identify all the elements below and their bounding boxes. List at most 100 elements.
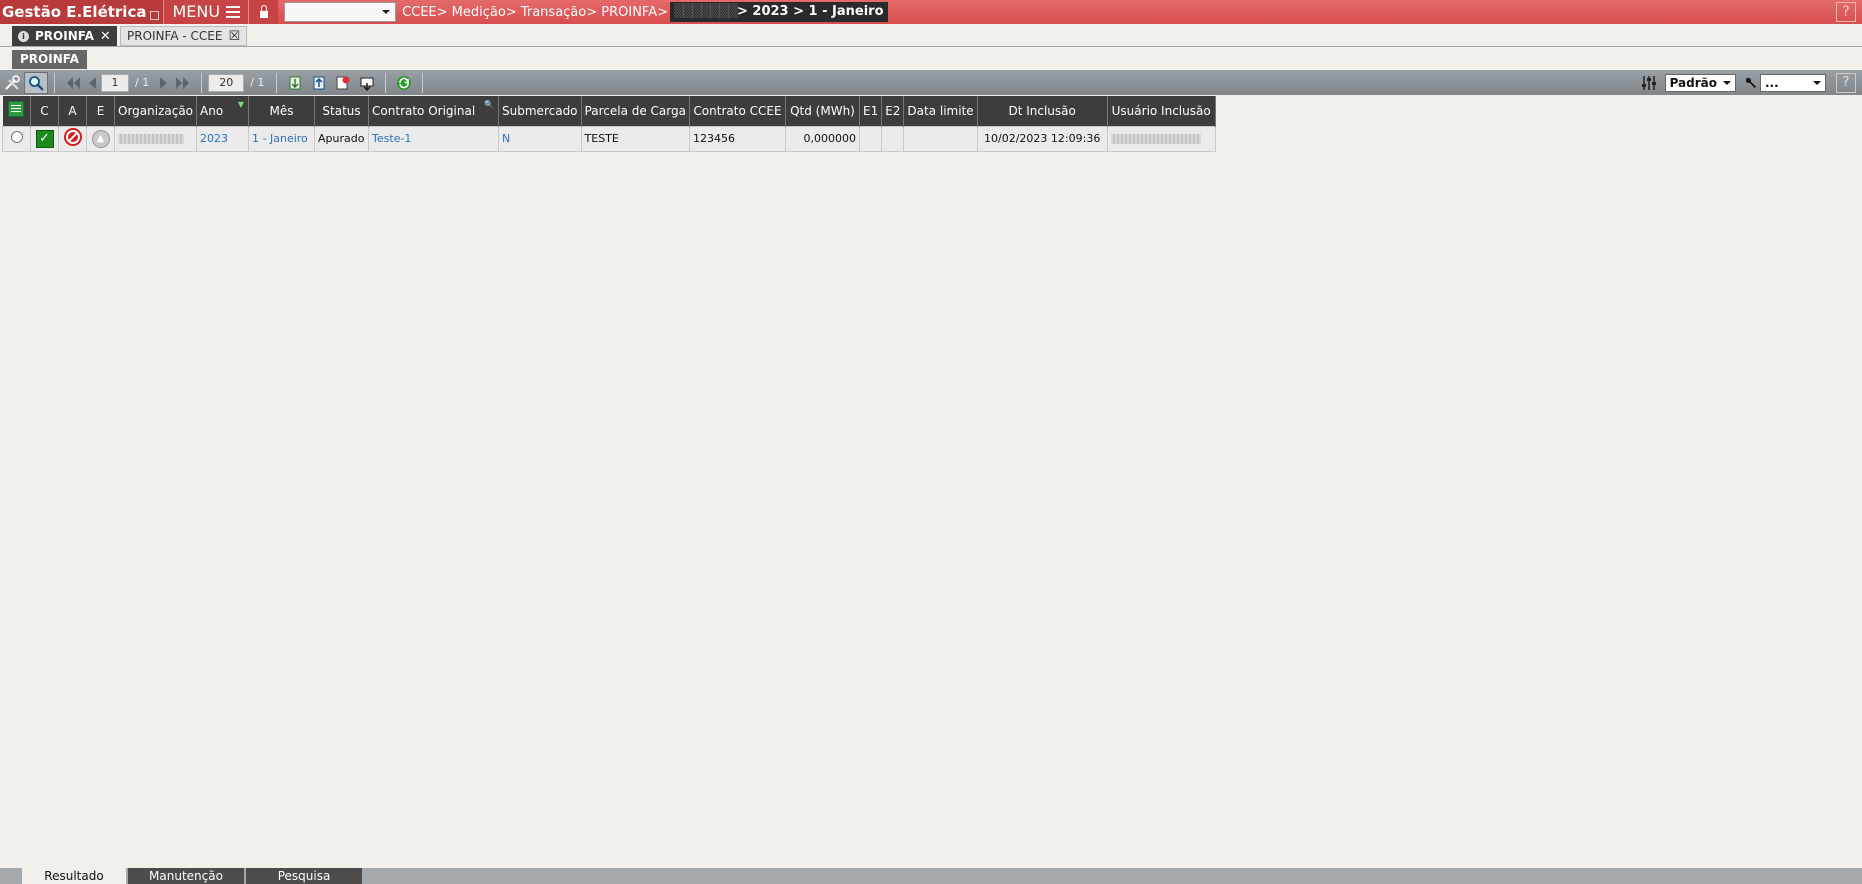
filter-search-icon: 🔍	[484, 100, 495, 109]
tools-button[interactable]	[0, 72, 24, 94]
tab-manutencao[interactable]: Manutenção	[128, 868, 244, 884]
column-header[interactable]: Data limite	[903, 96, 978, 126]
last-page-button[interactable]	[171, 72, 195, 94]
column-header[interactable]: Submercado	[498, 96, 582, 126]
usuario-inclusao-cell	[1106, 125, 1216, 152]
sort-icon: ▼	[237, 100, 245, 109]
submercado-cell[interactable]: N	[498, 125, 582, 152]
hamburger-icon	[226, 6, 241, 18]
columns-settings-button[interactable]	[1637, 72, 1661, 94]
column-header[interactable]: Parcela de Carga	[581, 96, 690, 126]
e1-cell	[858, 125, 883, 152]
masked-value	[118, 134, 184, 144]
tab-proinfa[interactable]: i PROINFA ✕	[12, 26, 117, 46]
lock-icon	[259, 4, 268, 18]
menu-button[interactable]: MENU	[163, 0, 249, 24]
tools-icon	[5, 74, 20, 90]
column-header[interactable]: Usuário Inclusão	[1107, 96, 1216, 126]
import-icon	[313, 76, 325, 89]
column-header[interactable]: Contrato CCEE	[689, 96, 786, 126]
eject-icon[interactable]: ▲	[91, 129, 110, 148]
column-header[interactable]: E	[86, 96, 115, 126]
status-cell: Apurado	[314, 125, 370, 152]
table-row[interactable]: ✓ ▲ 2023 1 - Janeiro Apurado Teste-1 N T…	[2, 125, 1216, 152]
subtab-proinfa[interactable]: PROINFA	[12, 50, 87, 69]
breadcrumb-path[interactable]: CCEE> Medição> Transação> PROINFA>	[402, 5, 668, 20]
bottom-tab-bar: Resultado Manutenção Pesquisa	[0, 868, 1862, 884]
info-icon: i	[18, 30, 29, 42]
column-header[interactable]: Qtd (MWh)	[785, 96, 860, 126]
report-icon	[336, 76, 350, 89]
column-header[interactable]: Status	[314, 96, 370, 126]
column-header[interactable]: Organização	[114, 96, 198, 126]
help-button[interactable]: ?	[1836, 2, 1856, 22]
column-header[interactable]: E2	[881, 96, 905, 126]
next-page-icon	[160, 76, 168, 89]
tab-proinfa-ccee[interactable]: PROINFA - CCEE ☒	[120, 26, 248, 46]
close-icon[interactable]: ☒	[228, 27, 240, 46]
next-page-button[interactable]	[155, 72, 171, 94]
search-button[interactable]	[24, 71, 48, 94]
print-button[interactable]	[355, 72, 379, 94]
lock-button[interactable]	[248, 0, 279, 24]
app-title-text: Gestão E.Elétrica	[2, 3, 147, 21]
ano-cell[interactable]: 2023	[196, 125, 250, 152]
export-button[interactable]	[283, 72, 307, 94]
menu-label: MENU	[172, 2, 221, 21]
view-select[interactable]: Padrão	[1664, 73, 1736, 92]
parcela-carga-cell: TESTE	[580, 125, 690, 152]
column-header-contrato[interactable]: Contrato Original 🔍	[368, 96, 500, 126]
qtd-cell: 0,000000	[784, 125, 860, 152]
results-grid: C A E Organização Ano ▼ Mês Status Contra…	[2, 96, 1216, 152]
cancel-icon[interactable]	[63, 128, 82, 146]
cancel-cell[interactable]	[58, 125, 87, 152]
tab-resultado[interactable]: Resultado	[22, 868, 126, 884]
confirm-cell[interactable]: ✓	[30, 125, 59, 152]
close-icon[interactable]: ✕	[100, 27, 111, 46]
page-size-total: / 1	[250, 76, 265, 89]
mes-cell[interactable]: 1 - Janeiro	[248, 125, 316, 152]
toolbar-right: Padrão ... ?	[1637, 70, 1862, 95]
dt-inclusao-cell: 10/02/2023 12:09:36	[976, 125, 1108, 152]
column-header[interactable]: A	[58, 96, 87, 126]
prev-page-button[interactable]	[85, 72, 101, 94]
window-icon	[150, 10, 160, 20]
first-page-button[interactable]	[61, 72, 85, 94]
page-size-input[interactable]: 20	[208, 73, 245, 92]
toolbar-separator	[201, 72, 203, 93]
page-number-input[interactable]: 1	[101, 73, 129, 92]
filter-select[interactable]: ...	[1760, 73, 1826, 92]
print-icon	[360, 77, 374, 91]
breadcrumb-masked: ▒▒▒▒▒▒▒	[674, 4, 738, 19]
check-icon[interactable]: ✓	[35, 129, 54, 148]
first-page-icon	[67, 76, 80, 89]
column-header[interactable]: Mês	[248, 96, 316, 126]
report-button[interactable]	[331, 72, 355, 94]
column-header[interactable]: C	[30, 96, 59, 126]
search-icon	[29, 75, 44, 91]
toolbar-separator	[276, 72, 278, 93]
refresh-button[interactable]	[392, 72, 416, 94]
column-header[interactable]: E1	[859, 96, 883, 126]
import-button[interactable]	[307, 72, 331, 94]
toolbar-separator	[385, 72, 387, 93]
grid-options-header[interactable]	[2, 96, 31, 126]
contrato-original-cell[interactable]: Teste-1	[368, 125, 500, 152]
masked-value	[1110, 134, 1201, 144]
row-select-cell[interactable]	[2, 125, 31, 152]
tab-pesquisa[interactable]: Pesquisa	[246, 868, 362, 884]
spreadsheet-icon	[8, 101, 25, 118]
toolbar-separator	[422, 72, 424, 93]
top-bar: Gestão E.Elétrica MENU CCEE> Medição> Tr…	[0, 0, 1862, 24]
breadcrumb: CCEE> Medição> Transação> PROINFA> ▒▒▒▒▒…	[402, 0, 888, 24]
tab-proinfa-ccee-label: PROINFA - CCEE	[127, 28, 223, 43]
row-radio[interactable]	[10, 131, 23, 143]
column-header-ano[interactable]: Ano ▼	[196, 96, 250, 126]
export-icon	[289, 76, 301, 89]
page-total: / 1	[135, 76, 150, 89]
column-header[interactable]: Dt Inclusão	[977, 96, 1108, 126]
app-title[interactable]: Gestão E.Elétrica	[0, 0, 164, 24]
company-select[interactable]	[284, 2, 397, 22]
toolbar-help-button[interactable]: ?	[1836, 72, 1856, 93]
eject-cell[interactable]: ▲	[86, 125, 115, 152]
